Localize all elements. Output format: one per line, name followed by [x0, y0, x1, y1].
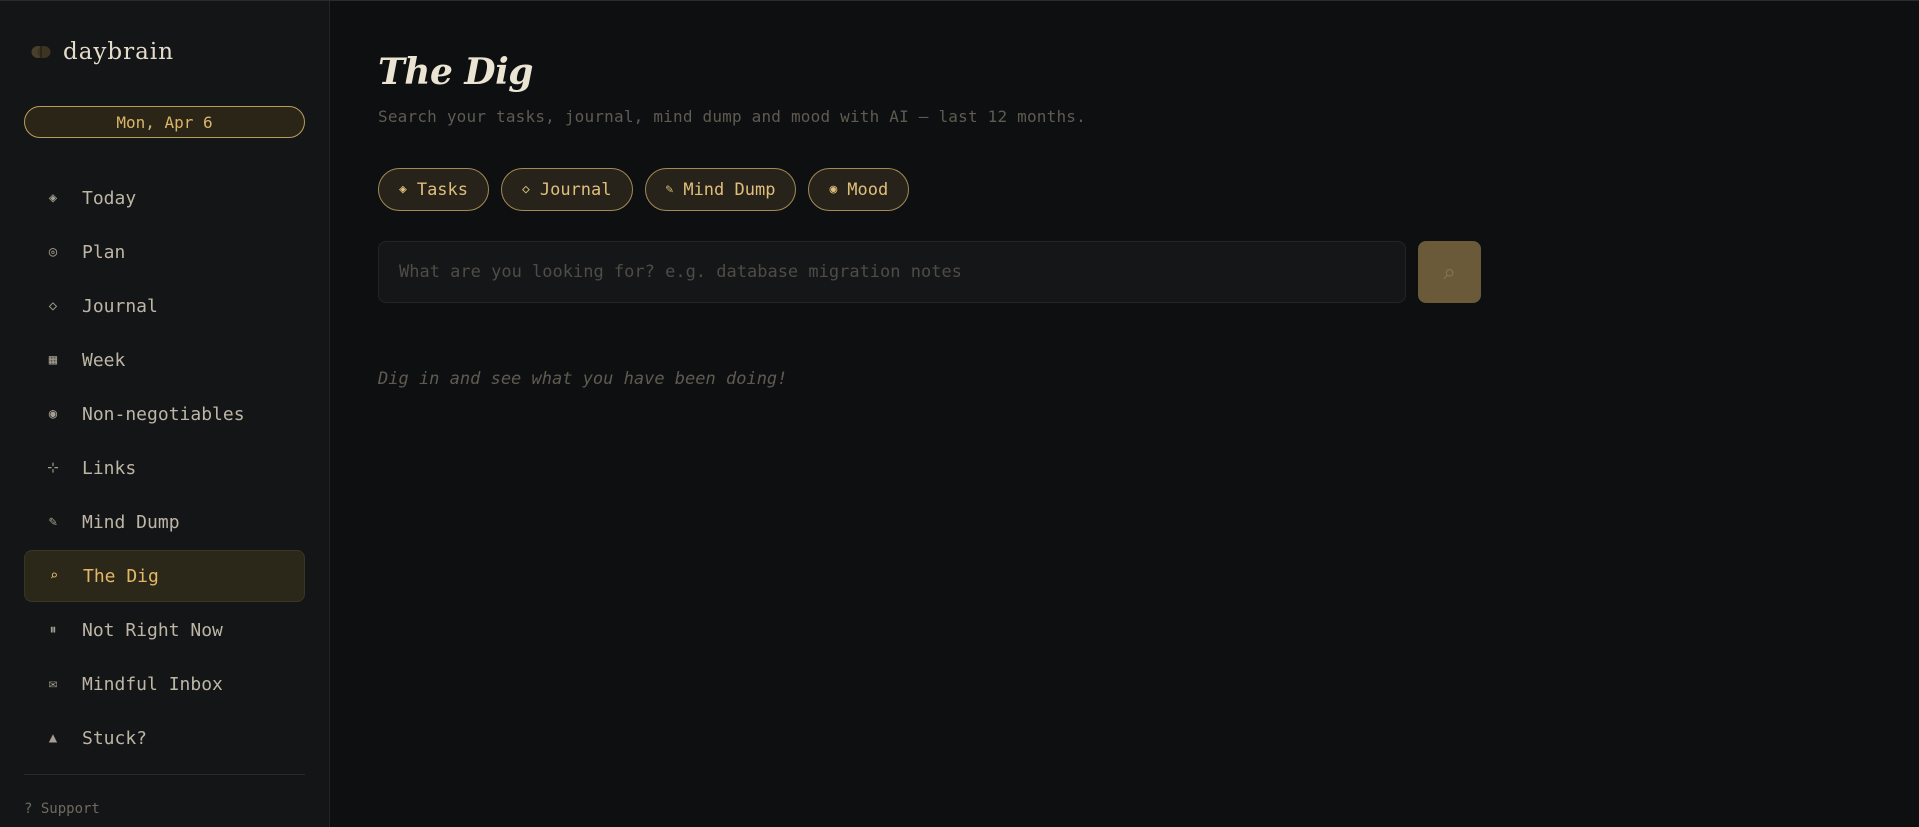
chip-label: Journal: [539, 179, 612, 200]
mind-dump-icon: ✎: [48, 514, 58, 530]
empty-state-message: Dig in and see what you have been doing!: [378, 369, 788, 389]
sidebar-item-mindful-inbox[interactable]: ✉ Mindful Inbox: [24, 658, 305, 710]
page-title: The Dig: [378, 51, 533, 93]
source-filter-chips: ◈ Tasks ◇ Journal ✎ Mind Dump ◉ Mood: [378, 168, 1919, 211]
sidebar-item-mind-dump[interactable]: ✎ Mind Dump: [24, 496, 305, 548]
sidebar-item-label: Journal: [82, 295, 158, 317]
journal-icon: ◇: [522, 182, 530, 197]
week-icon: ▦: [48, 352, 58, 368]
search-button[interactable]: ⌕: [1418, 241, 1481, 303]
sidebar-item-label: Non-negotiables: [82, 403, 245, 425]
chip-label: Mood: [847, 179, 889, 200]
plan-icon: ◎: [48, 244, 58, 260]
brand[interactable]: daybrain: [31, 37, 305, 67]
search-row: ⌕: [378, 241, 1919, 303]
sidebar-item-today[interactable]: ◈ Today: [24, 172, 305, 224]
sidebar-divider: [24, 774, 305, 775]
chip-label: Tasks: [416, 179, 469, 200]
mind-dump-icon: ✎: [665, 182, 674, 197]
search-icon: ⌕: [1443, 259, 1456, 284]
pause-icon: ⏸: [49, 622, 57, 638]
triangle-icon: ▲: [48, 730, 58, 746]
search-input[interactable]: [378, 241, 1406, 303]
sidebar-item-links[interactable]: ⊹ Links: [24, 442, 305, 494]
sidebar-item-not-right-now[interactable]: ⏸ Not Right Now: [24, 604, 305, 656]
sidebar-item-label: Plan: [82, 241, 126, 263]
sidebar-item-label: Week: [82, 349, 126, 371]
page-subtitle: Search your tasks, journal, mind dump an…: [378, 107, 1086, 126]
sidebar-item-label: Mind Dump: [82, 511, 180, 533]
sidebar-item-stuck[interactable]: ▲ Stuck?: [24, 712, 305, 764]
links-icon: ⊹: [47, 460, 59, 476]
chip-mood[interactable]: ◉ Mood: [808, 168, 910, 211]
mood-icon: ◉: [829, 182, 838, 197]
sidebar-item-label: Links: [82, 457, 137, 479]
sidebar-item-non-negotiables[interactable]: ◉ Non-negotiables: [24, 388, 305, 440]
chip-journal[interactable]: ◇ Journal: [501, 168, 633, 211]
chip-mind-dump[interactable]: ✎ Mind Dump: [644, 168, 797, 211]
sidebar-nav: ◈ Today ◎ Plan ◇ Journal ▦ Week ◉ Non-ne…: [24, 172, 305, 764]
date-pill[interactable]: Mon, Apr 6: [24, 106, 305, 138]
sidebar-item-the-dig[interactable]: ⌕ The Dig: [24, 550, 305, 602]
app-root: daybrain Mon, Apr 6 ◈ Today ◎ Plan ◇ Jou…: [0, 0, 1919, 827]
sidebar-item-journal[interactable]: ◇ Journal: [24, 280, 305, 332]
journal-icon: ◇: [48, 298, 58, 314]
chip-label: Mind Dump: [683, 179, 776, 200]
brain-icon: [31, 46, 51, 58]
sidebar-item-label: Stuck?: [82, 727, 148, 749]
mail-icon: ✉: [48, 676, 58, 692]
sidebar-item-label: Not Right Now: [82, 619, 223, 641]
sidebar-item-week[interactable]: ▦ Week: [24, 334, 305, 386]
sidebar-item-plan[interactable]: ◎ Plan: [24, 226, 305, 278]
brand-name: daybrain: [63, 39, 175, 65]
non-negotiables-icon: ◉: [48, 406, 58, 422]
chip-tasks[interactable]: ◈ Tasks: [378, 168, 490, 211]
sidebar-item-label: The Dig: [83, 565, 159, 587]
sidebar-item-label: Today: [82, 187, 137, 209]
today-icon: ◈: [48, 190, 58, 206]
search-icon: ⌕: [49, 568, 59, 584]
tasks-icon: ◈: [399, 182, 407, 197]
sidebar-item-label: Mindful Inbox: [82, 673, 223, 695]
support-link[interactable]: ? Support: [24, 801, 100, 817]
sidebar: daybrain Mon, Apr 6 ◈ Today ◎ Plan ◇ Jou…: [0, 1, 330, 827]
main-content: The Dig Search your tasks, journal, mind…: [330, 1, 1919, 827]
